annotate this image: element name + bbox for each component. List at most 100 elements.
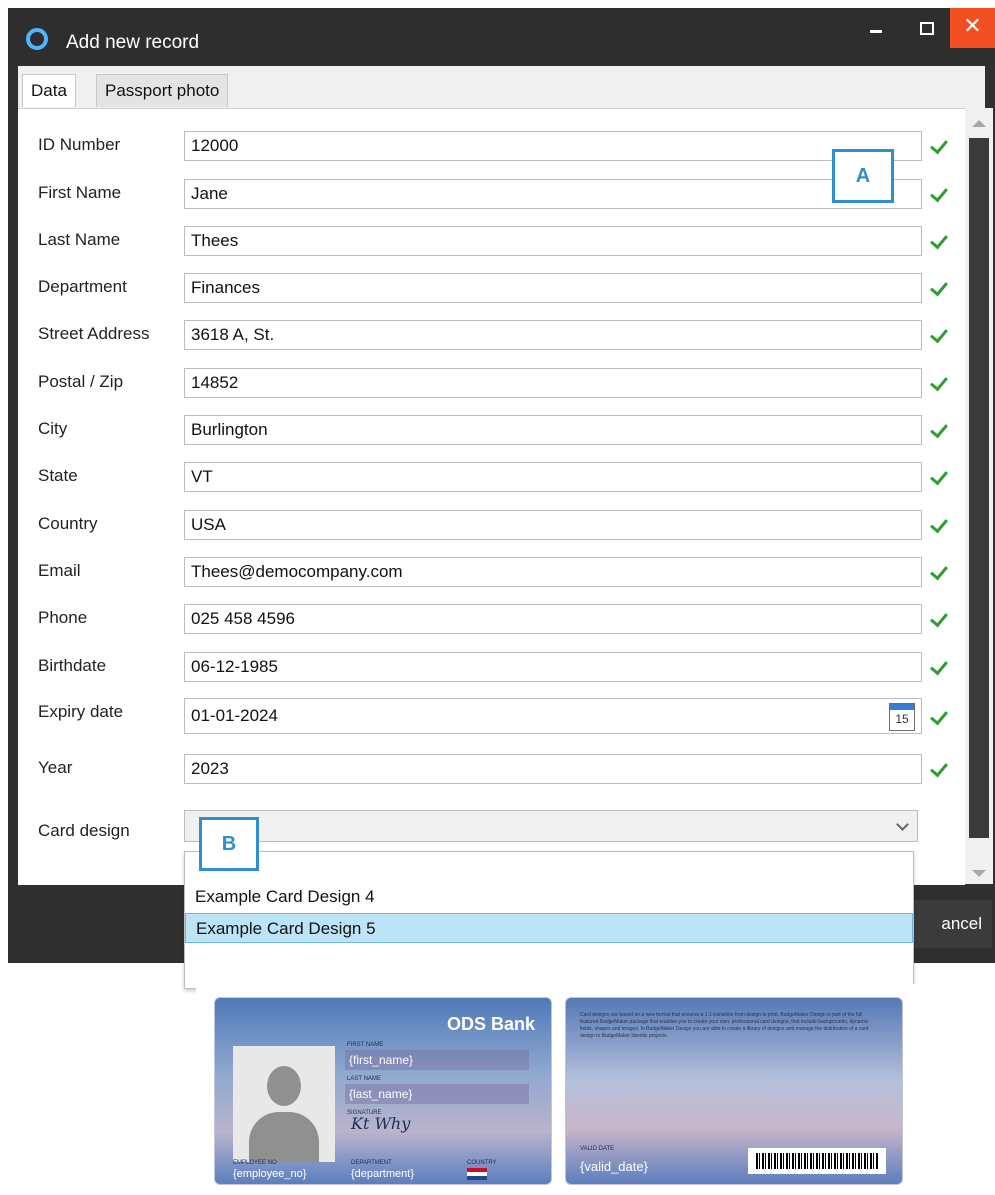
card-design-label: Card design [38,821,130,840]
valid-check-icon [930,706,948,726]
card-design-preview: ODS Bank FIRST NAME {first_name} LAST NA… [196,984,918,1189]
expiry-date-label: Expiry date [38,702,124,721]
window-title: Add new record [66,32,200,53]
photo-placeholder [233,1046,335,1162]
close-button[interactable]: ✕ [950,8,995,48]
year-field[interactable]: 2023 [184,754,922,784]
street-address-label: Street Address [38,324,150,343]
department-card-value: {department} [351,1168,414,1180]
callout-marker-a: A [832,149,894,203]
barcode-icon [748,1148,886,1174]
card-front-preview: ODS Bank FIRST NAME {first_name} LAST NA… [214,997,552,1185]
dropdown-option-card-design-5[interactable]: Example Card Design 5 [185,913,913,943]
first-name-card-value: {first_name} [345,1050,529,1070]
first-name-card-label: FIRST NAME [347,1042,384,1048]
state-label: State [38,466,78,485]
record-form: ID Number 12000 First Name Jane Last Nam… [18,108,965,885]
form-row-email: Email Thees@democompany.com [18,557,965,597]
employee-no-card-label: EMPLOYEE NO [233,1160,277,1166]
calendar-icon[interactable]: 15 [889,703,915,731]
country-card-label: COUNTRY [467,1160,497,1166]
person-silhouette-icon [267,1066,301,1106]
email-field[interactable]: Thees@democompany.com [184,557,922,587]
id-number-field[interactable]: 12000 [184,131,922,161]
form-row-last-name: Last Name Thees [18,226,965,266]
form-row-department: Department Finances [18,273,965,313]
form-row-id-number: ID Number 12000 [18,131,965,171]
expiry-date-value: 01-01-2024 [191,706,278,725]
form-row-birthdate: Birthdate 06-12-1985 [18,652,965,692]
card-design-dropdown: Example Card Design 4 Example Card Desig… [184,851,914,989]
department-label: Department [38,277,127,296]
valid-check-icon [930,135,948,155]
form-row-phone: Phone 025 458 4596 [18,604,965,644]
valid-date-card-label: VALID DATE [580,1146,615,1152]
department-field[interactable]: Finances [184,273,922,303]
country-field[interactable]: USA [184,510,922,540]
email-label: Email [38,561,81,580]
postal-zip-field[interactable]: 14852 [184,368,922,398]
form-row-city: City Burlington [18,415,965,455]
valid-check-icon [930,466,948,486]
valid-check-icon [930,324,948,344]
expiry-date-field[interactable]: 01-01-2024 15 [184,698,922,734]
minimize-button[interactable] [854,8,900,48]
postal-zip-label: Postal / Zip [38,372,124,391]
form-row-state: State VT [18,462,965,502]
valid-check-icon [930,561,948,581]
last-name-field[interactable]: Thees [184,226,922,256]
birthdate-field[interactable]: 06-12-1985 [184,652,922,682]
country-label: Country [38,514,98,533]
valid-check-icon [930,277,948,297]
person-silhouette-body [249,1112,319,1162]
scroll-down-arrow-icon[interactable] [972,870,986,877]
form-row-street-address: Street Address 3618 A, St. [18,320,965,360]
title-bar[interactable]: Add new record ✕ [8,8,995,66]
id-number-label: ID Number [38,135,121,154]
form-row-country: Country USA [18,510,965,550]
callout-marker-b: B [199,817,259,871]
phone-label: Phone [38,608,88,627]
scroll-up-arrow-icon[interactable] [972,120,986,127]
card-design-select[interactable] [184,810,918,842]
last-name-label: Last Name [38,230,121,249]
state-field[interactable]: VT [184,462,922,492]
card-back-preview: Card designs are based on a new format t… [565,997,903,1185]
app-logo-icon [26,28,48,50]
street-address-field[interactable]: 3618 A, St. [184,320,922,350]
valid-check-icon [930,183,948,203]
valid-check-icon [930,419,948,439]
valid-check-icon [930,656,948,676]
vertical-scrollbar[interactable] [965,108,993,884]
maximize-button[interactable] [904,8,950,48]
bank-logo: ODS Bank [446,1014,535,1034]
year-label: Year [38,758,73,777]
netherlands-flag-icon [467,1168,487,1180]
tab-strip: Data Passport photo [18,66,985,108]
birthdate-label: Birthdate [38,656,107,675]
first-name-field[interactable]: Jane [184,179,922,209]
valid-check-icon [930,230,948,250]
tab-passport-photo[interactable]: Passport photo [96,74,229,107]
city-field[interactable]: Burlington [184,415,922,445]
valid-date-card-value: {valid_date} [580,1159,648,1174]
last-name-card-value: {last_name} [345,1084,529,1104]
tab-data[interactable]: Data [22,74,76,107]
first-name-label: First Name [38,183,122,202]
valid-check-icon [930,514,948,534]
city-label: City [38,419,68,438]
signature-image: Kt Why [351,1114,411,1133]
phone-field[interactable]: 025 458 4596 [184,604,922,634]
employee-no-card-value: {employee_no} [233,1168,307,1180]
valid-check-icon [930,758,948,778]
card-back-description: Card designs are based on a new format t… [580,1012,869,1039]
scroll-thumb[interactable] [969,138,989,838]
valid-check-icon [930,608,948,628]
last-name-card-label: LAST NAME [347,1076,381,1082]
dropdown-option-card-design-4[interactable]: Example Card Design 4 [185,882,913,912]
form-row-postal-zip: Postal / Zip 14852 [18,368,965,408]
department-card-label: DEPARTMENT [351,1160,392,1166]
valid-check-icon [930,372,948,392]
form-row-expiry-date: Expiry date 01-01-2024 15 [18,698,965,740]
chevron-down-icon[interactable] [896,818,909,831]
